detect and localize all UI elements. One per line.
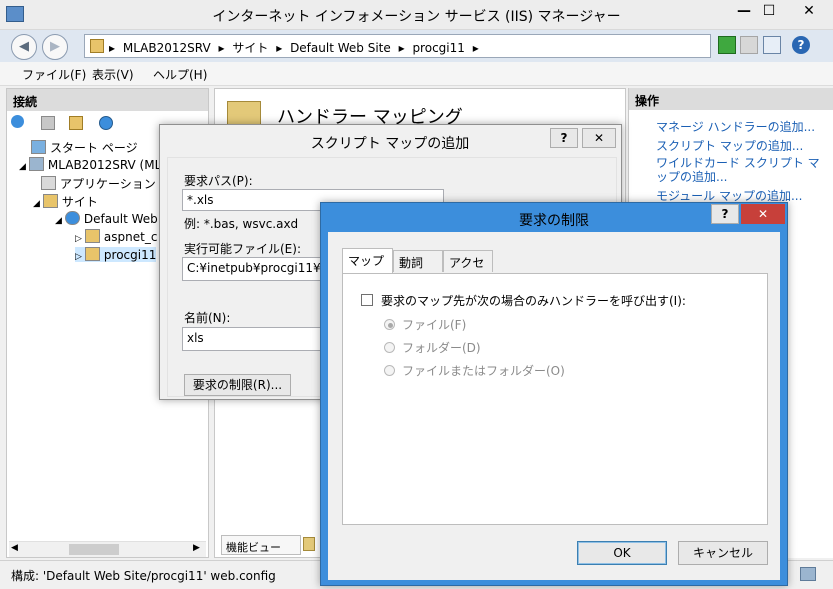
status-text: 構成: 'Default Web Site/procgi11' web.conf… xyxy=(11,569,276,583)
arrow-right-icon: ▶ xyxy=(50,39,60,54)
dialog-close-button[interactable]: ✕ xyxy=(741,204,785,224)
maximize-button[interactable]: ☐ xyxy=(752,0,786,22)
scrollbar-thumb[interactable] xyxy=(69,544,119,555)
add-module-map-link[interactable]: モジュール マップの追加... xyxy=(656,189,828,203)
radio-folder-label: フォルダー(D) xyxy=(402,341,481,355)
start-page-icon xyxy=(31,140,46,154)
dialog-body: マップ 動詞 アクセス 要求のマップ先が次の場合のみハンドラーを呼び出す(I):… xyxy=(328,232,780,580)
refresh-icon[interactable] xyxy=(718,36,736,54)
collapse-icon: ◢ xyxy=(55,216,62,226)
breadcrumb-separator: ▸ xyxy=(472,41,479,55)
help-icon[interactable]: ? xyxy=(792,36,810,54)
forward-button[interactable]: ▶ xyxy=(42,34,68,60)
arrow-left-icon: ◀ xyxy=(19,39,29,54)
tree-item-sites[interactable]: ◢ サイト xyxy=(33,193,98,210)
request-restrictions-button[interactable]: 要求の制限(R)... xyxy=(184,374,291,396)
close-button[interactable]: ✕ xyxy=(789,0,829,22)
request-path-example: 例: *.bas, wsvc.axd xyxy=(184,217,299,231)
tab-strip: マップ 動詞 アクセス xyxy=(342,248,772,287)
tab-mapping[interactable]: マップ xyxy=(342,248,393,273)
save-icon[interactable] xyxy=(41,116,55,130)
breadcrumb-server[interactable]: MLAB2012SRV xyxy=(123,41,211,55)
breadcrumb-separator: ▸ xyxy=(218,41,225,55)
back-button[interactable]: ◀ xyxy=(11,34,37,60)
tab-feature-view[interactable]: 機能ビュー xyxy=(221,535,301,555)
folder-icon xyxy=(84,247,100,261)
tree-item-start-page[interactable]: スタート ページ xyxy=(31,139,138,156)
request-restrictions-dialog: 要求の制限 ? ✕ マップ 動詞 アクセス 要求のマップ先が次の場合のみハンドラ… xyxy=(320,202,788,586)
add-script-map-link[interactable]: スクリプト マップの追加... xyxy=(656,139,828,153)
horizontal-scrollbar[interactable]: ◀ ▶ xyxy=(9,541,206,557)
radio-file[interactable] xyxy=(384,319,395,330)
tab-verbs[interactable]: 動詞 xyxy=(393,250,443,272)
connect-globe-icon[interactable] xyxy=(11,115,31,131)
breadcrumb-sites[interactable]: サイト xyxy=(232,41,268,55)
title-bar: インターネット インフォメーション サービス (IIS) マネージャー — ☐ … xyxy=(0,0,833,30)
tree-item-aspnet[interactable]: ▷ aspnet_c xyxy=(75,229,157,244)
connections-header: 接続 xyxy=(7,89,208,111)
menu-bar: ファイル(F) 表示(V) ヘルプ(H) xyxy=(0,62,833,86)
tab-panel-mapping: 要求のマップ先が次の場合のみハンドラーを呼び出す(I): ファイル(F) フォル… xyxy=(342,273,768,525)
scroll-right-icon[interactable]: ▶ xyxy=(193,543,200,553)
invoke-only-if-mapped-label: 要求のマップ先が次の場合のみハンドラーを呼び出す(I): xyxy=(381,294,686,308)
breadcrumb: ▸ MLAB2012SRV ▸ サイト ▸ Default Web Site ▸… xyxy=(109,39,483,56)
tab-access[interactable]: アクセス xyxy=(443,250,493,287)
request-path-label: 要求パス(P): xyxy=(184,174,253,188)
disconnect-icon[interactable] xyxy=(99,116,113,130)
radio-file-label: ファイル(F) xyxy=(402,318,467,332)
window-title: インターネット インフォメーション サービス (IIS) マネージャー xyxy=(212,9,621,25)
tree-item-default-web-site[interactable]: ◢ Default Web xyxy=(55,211,158,226)
menu-view[interactable]: 表示(V) xyxy=(92,66,134,83)
up-folder-icon[interactable] xyxy=(69,116,83,130)
actions-header: 操作 xyxy=(629,88,833,110)
network-icon xyxy=(800,567,816,581)
content-view-icon[interactable] xyxy=(303,537,315,551)
radio-file-or-folder[interactable] xyxy=(384,365,395,376)
dialog-help-button[interactable]: ? xyxy=(711,204,739,224)
collapse-icon: ◢ xyxy=(19,162,26,172)
radio-file-or-folder-label: ファイルまたはフォルダー(O) xyxy=(402,364,565,378)
dialog-close-button[interactable]: ✕ xyxy=(582,128,616,148)
folder-icon xyxy=(90,39,104,53)
breadcrumb-separator: ▸ xyxy=(276,41,283,55)
expand-icon: ▷ xyxy=(75,234,82,244)
stop-icon[interactable] xyxy=(740,36,758,54)
invoke-only-if-mapped-checkbox[interactable] xyxy=(361,294,373,306)
address-bar[interactable]: ▸ MLAB2012SRV ▸ サイト ▸ Default Web Site ▸… xyxy=(84,34,711,58)
ok-button[interactable]: OK xyxy=(577,541,667,565)
menu-help[interactable]: ヘルプ(H) xyxy=(153,66,207,83)
breadcrumb-separator: ▸ xyxy=(109,41,116,55)
breadcrumb-separator: ▸ xyxy=(398,41,405,55)
folder-icon xyxy=(84,229,100,243)
app-pool-icon xyxy=(41,176,56,190)
sites-folder-icon xyxy=(42,194,58,208)
dialog-help-button[interactable]: ? xyxy=(550,128,578,148)
globe-icon xyxy=(64,211,80,225)
name-label: 名前(N): xyxy=(184,311,231,325)
add-wildcard-script-map-link[interactable]: ワイルドカード スクリプト マップの追加... xyxy=(656,156,828,184)
menu-file[interactable]: ファイル(F) xyxy=(22,66,86,83)
cancel-button[interactable]: キャンセル xyxy=(678,541,768,565)
radio-folder[interactable] xyxy=(384,342,395,353)
add-managed-handler-link[interactable]: マネージ ハンドラーの追加... xyxy=(656,120,828,134)
tree-item-procgi11[interactable]: ▷ procgi11 xyxy=(75,247,157,262)
breadcrumb-default-web-site[interactable]: Default Web Site xyxy=(290,41,391,55)
collapse-icon: ◢ xyxy=(33,199,40,209)
home-icon[interactable] xyxy=(763,36,781,54)
scroll-left-icon[interactable]: ◀ xyxy=(11,543,18,553)
server-icon xyxy=(28,157,44,171)
tree-item-server[interactable]: ◢ MLAB2012SRV (ML xyxy=(19,157,161,172)
breadcrumb-procgi11[interactable]: procgi11 xyxy=(412,41,464,55)
expand-icon: ▷ xyxy=(75,252,82,262)
executable-label: 実行可能ファイル(E): xyxy=(184,242,301,256)
